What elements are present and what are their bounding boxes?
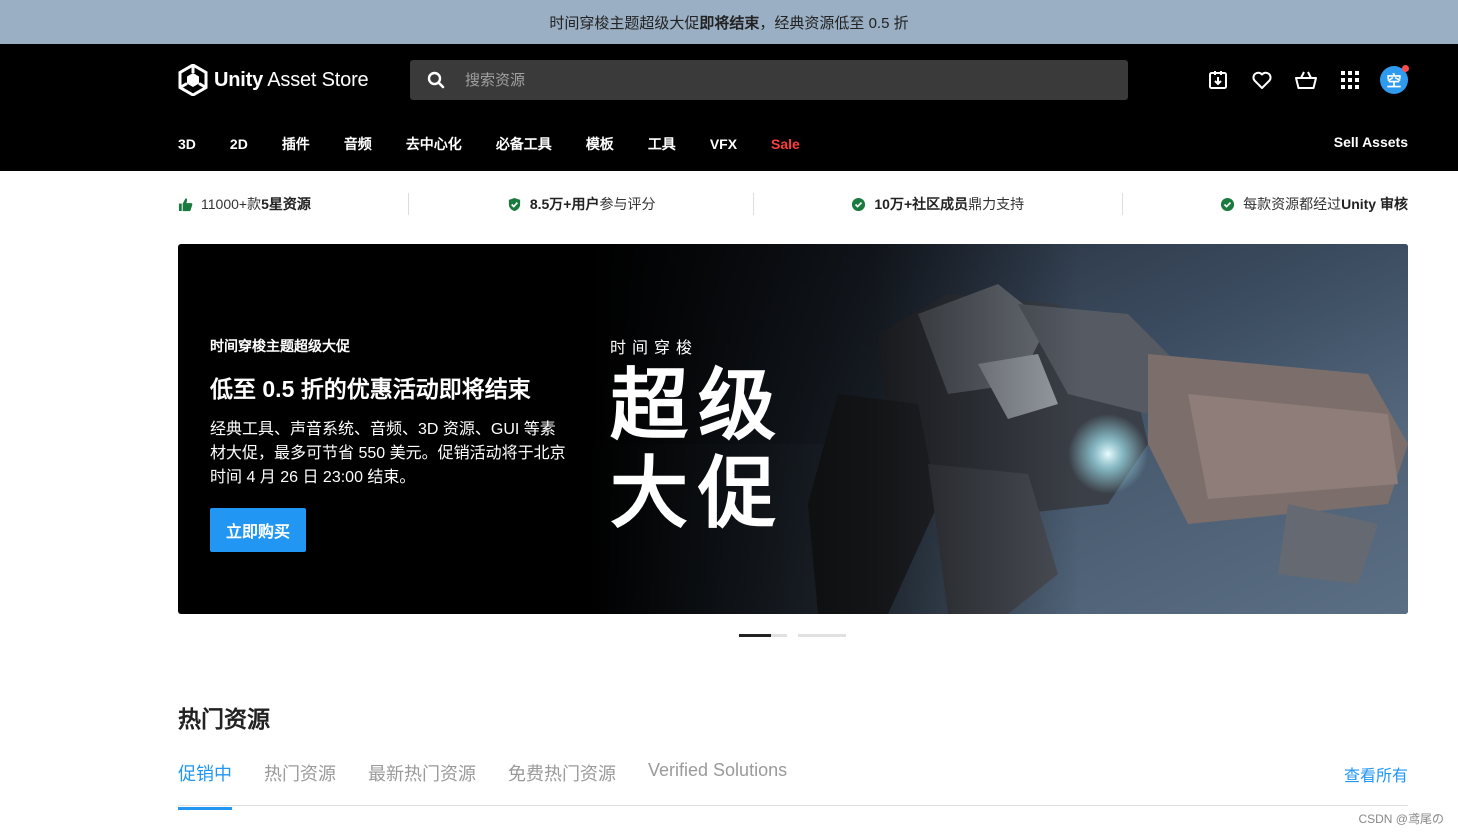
hero-copy: 时间穿梭主题超级大促 低至 0.5 折的优惠活动即将结束 经典工具、声音系统、音… bbox=[210, 336, 570, 552]
hero-eyebrow: 时间穿梭主题超级大促 bbox=[210, 338, 350, 354]
download-icon[interactable] bbox=[1206, 68, 1230, 92]
section-title: 热门资源 bbox=[178, 706, 270, 732]
hero-banner[interactable]: 时间穿梭主题超级大促 低至 0.5 折的优惠活动即将结束 经典工具、声音系统、音… bbox=[178, 244, 1408, 614]
site-header: Unity Asset Store 空 3D 2D 插件 音频 去中心化 bbox=[0, 44, 1458, 171]
nav-item-3d[interactable]: 3D bbox=[178, 136, 196, 152]
trust-item-reviewed: 每款资源都经过 Unity 审核 bbox=[1220, 194, 1408, 214]
trust-item-reviews: 8.5万+用户 参与评分 bbox=[507, 194, 656, 214]
thumbs-up-icon bbox=[178, 197, 193, 211]
hero-overlay-line-2: 大促 bbox=[610, 449, 787, 539]
divider bbox=[1121, 193, 1123, 215]
nav-item-2d[interactable]: 2D bbox=[230, 136, 248, 152]
check-circle-icon bbox=[1221, 197, 1235, 211]
hero-overlay-line-1: 超级 bbox=[610, 361, 787, 451]
search-bar[interactable] bbox=[410, 60, 1128, 100]
category-nav: 3D 2D 插件 音频 去中心化 必备工具 模板 工具 VFX Sale bbox=[178, 134, 834, 154]
heart-icon[interactable] bbox=[1250, 68, 1274, 92]
hero-title: 低至 0.5 折的优惠活动即将结束 bbox=[210, 376, 531, 402]
promo-text-prefix: 时间穿梭主题超级大促 bbox=[549, 14, 700, 32]
cart-icon[interactable] bbox=[1294, 68, 1318, 92]
tab-popular[interactable]: 热门资源 bbox=[264, 760, 336, 810]
buy-now-button[interactable]: 立即购买 bbox=[210, 508, 307, 552]
tab-free-popular[interactable]: 免费热门资源 bbox=[508, 760, 616, 810]
unity-logo[interactable]: Unity Asset Store bbox=[178, 64, 369, 96]
trust-item-community: 10万+社区成员 鼎力支持 bbox=[851, 194, 1024, 214]
notification-dot bbox=[1402, 65, 1409, 72]
divider bbox=[408, 193, 410, 215]
watermark: CSDN @鸢尾の bbox=[1358, 812, 1444, 826]
nav-item-audio[interactable]: 音频 bbox=[344, 134, 372, 154]
search-input[interactable] bbox=[465, 71, 1105, 89]
user-avatar[interactable]: 空 bbox=[1380, 65, 1409, 94]
tabs-divider bbox=[178, 805, 1408, 806]
trust-strip: 11000+款 5星资源 8.5万+用户 参与评分 10万+社区成员 鼎力支持 每款资… bbox=[178, 186, 1408, 222]
logo-brand: Unity bbox=[214, 68, 264, 91]
nav-item-templates[interactable]: 模板 bbox=[586, 134, 614, 154]
popular-tabs: 促销中 热门资源 最新热门资源 免费热门资源 Verified Solution… bbox=[178, 760, 819, 810]
nav-item-essentials[interactable]: 必备工具 bbox=[496, 134, 552, 154]
sell-assets-link[interactable]: Sell Assets bbox=[1334, 134, 1408, 150]
view-all-link[interactable]: 查看所有 bbox=[1344, 762, 1408, 786]
check-circle-icon bbox=[852, 197, 866, 211]
carousel-dot-2[interactable] bbox=[798, 634, 846, 637]
trust-item-ratings: 11000+款 5星资源 bbox=[178, 194, 311, 214]
trust-text-bold: 10万+社区成员 bbox=[874, 196, 969, 212]
hero-overlay-text: 时间穿梭 超级 大促 bbox=[610, 334, 786, 534]
search-icon[interactable] bbox=[427, 71, 445, 89]
trust-text-pre: 每款资源都经过 bbox=[1243, 196, 1342, 212]
logo-rest: Asset Store bbox=[263, 68, 369, 91]
trust-text-pre: 11000+款 bbox=[201, 196, 262, 212]
shield-check-icon bbox=[508, 197, 520, 211]
trust-text-post: 鼎力支持 bbox=[968, 196, 1025, 212]
avatar-initial: 空 bbox=[1386, 72, 1402, 90]
tab-new-popular[interactable]: 最新热门资源 bbox=[368, 760, 476, 810]
header-actions: 空 bbox=[1186, 65, 1409, 94]
promo-text-bold: 即将结束 bbox=[699, 14, 760, 32]
hero-overlay-subtitle: 时间穿梭 bbox=[610, 340, 699, 357]
unity-cube-icon bbox=[178, 64, 208, 96]
logo-text: Unity Asset Store bbox=[214, 68, 369, 92]
tab-on-sale[interactable]: 促销中 bbox=[178, 760, 232, 810]
nav-item-decentralization[interactable]: 去中心化 bbox=[406, 134, 462, 154]
carousel-indicators bbox=[739, 634, 857, 637]
apps-grid-icon[interactable] bbox=[1338, 68, 1362, 92]
trust-text-bold: 5星资源 bbox=[261, 196, 311, 212]
trust-text-bold: 8.5万+用户 bbox=[529, 196, 600, 212]
nav-item-sale[interactable]: Sale bbox=[771, 136, 800, 152]
hero-description: 经典工具、声音系统、音频、3D 资源、GUI 等素材大促，最多可节省 550 美… bbox=[210, 421, 566, 486]
divider bbox=[752, 193, 754, 215]
promo-banner[interactable]: 时间穿梭主题超级大促 即将结束 ，经典资源低至 0.5 折 bbox=[0, 0, 1458, 44]
carousel-dot-1[interactable] bbox=[739, 634, 787, 637]
trust-text-bold: Unity 审核 bbox=[1341, 196, 1408, 212]
nav-item-tools[interactable]: 工具 bbox=[648, 134, 676, 154]
trust-text-post: 参与评分 bbox=[599, 196, 656, 212]
tab-verified-solutions[interactable]: Verified Solutions bbox=[648, 760, 787, 810]
promo-text-suffix: ，经典资源低至 0.5 折 bbox=[759, 14, 909, 32]
nav-item-vfx[interactable]: VFX bbox=[710, 136, 737, 152]
nav-item-plugins[interactable]: 插件 bbox=[282, 134, 310, 154]
